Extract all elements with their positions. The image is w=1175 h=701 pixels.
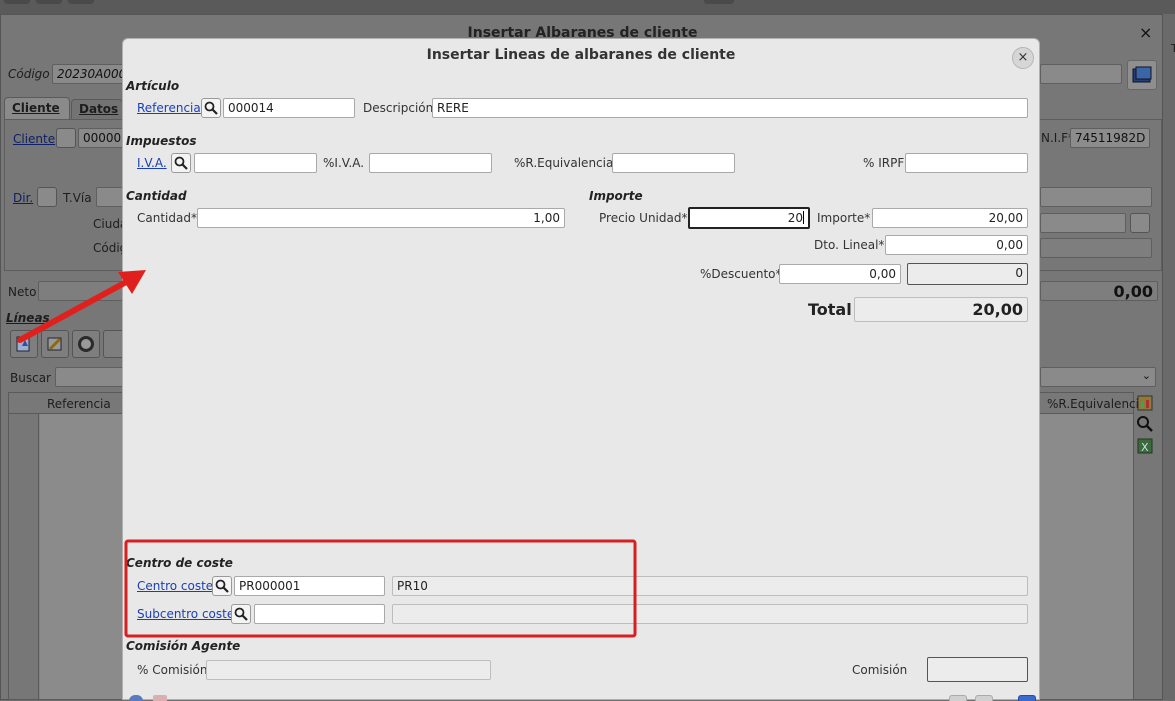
annotation-overlay [17, 270, 637, 638]
centro-coste-highlight-box [124, 539, 637, 638]
red-arrow [17, 278, 131, 343]
